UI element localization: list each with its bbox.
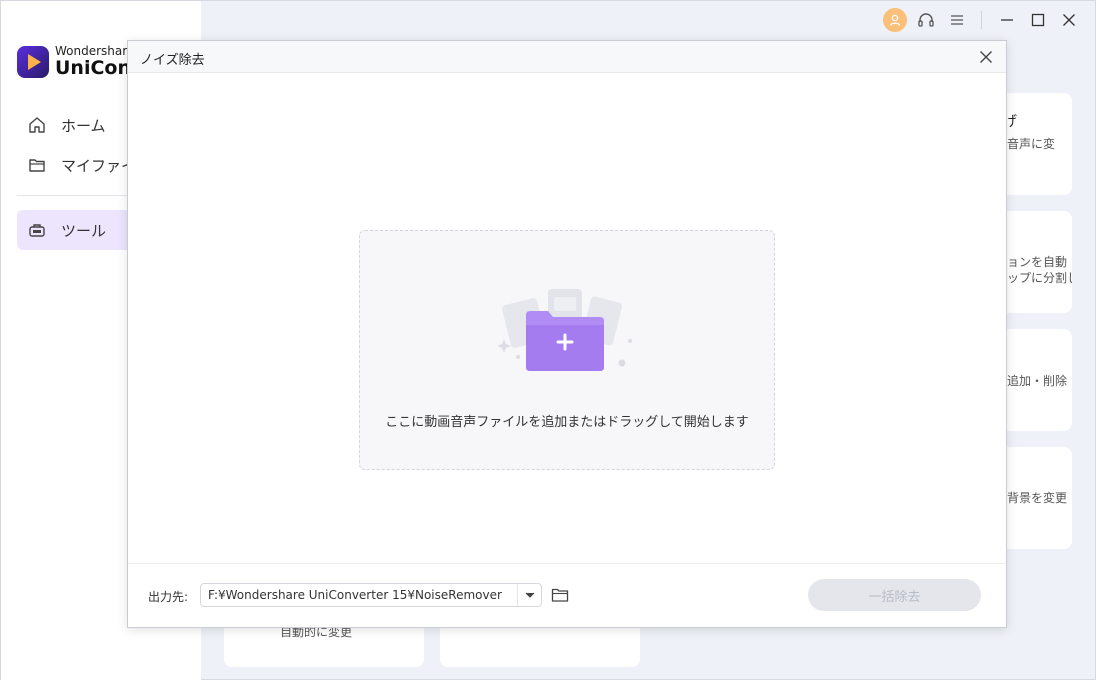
home-icon — [27, 115, 47, 135]
batch-remove-button[interactable]: 一括除去 — [808, 579, 981, 611]
support-headset-icon[interactable] — [914, 8, 938, 32]
drop-zone-instruction: ここに動画音声ファイルを追加またはドラッグして開始します — [385, 415, 749, 430]
tool-card-description: 追加・削除 — [1007, 374, 1068, 388]
app-logo: Wondershare UniConv — [17, 45, 143, 78]
add-folder-icon — [497, 289, 632, 371]
dialog-close-button[interactable] — [976, 47, 996, 67]
minimize-icon[interactable] — [995, 8, 1019, 32]
dialog-footer: 出力先: F:¥Wondershare UniConverter 15¥Nois… — [128, 563, 1006, 627]
toolbar-divider — [981, 11, 982, 29]
sidebar-item-label: ツール — [61, 221, 107, 240]
user-avatar-icon[interactable] — [883, 8, 907, 32]
dialog-title: ノイズ除去 — [140, 53, 205, 68]
folder-open-icon — [551, 588, 569, 602]
tool-card-description: ョンを自動 — [1007, 255, 1068, 269]
chevron-down-icon[interactable] — [517, 584, 541, 606]
window-close-icon[interactable] — [1057, 8, 1081, 32]
noise-removal-dialog: ノイズ除去 ここに動画音声ファイルを追加またはドラッグして開始します 出力先: … — [127, 40, 1007, 628]
close-icon — [980, 51, 992, 63]
maximize-icon[interactable] — [1026, 8, 1050, 32]
tool-card-description: 音声に変 — [1007, 137, 1056, 151]
window-toolbar — [876, 8, 1081, 32]
output-path-dropdown[interactable]: F:¥Wondershare UniConverter 15¥NoiseRemo… — [200, 583, 542, 607]
file-drop-zone[interactable]: ここに動画音声ファイルを追加またはドラッグして開始します — [359, 230, 775, 470]
output-path-value: F:¥Wondershare UniConverter 15¥NoiseRemo… — [208, 588, 502, 602]
tool-card-description: 背景を変更 — [1007, 491, 1068, 505]
sidebar-item-label: ホーム — [61, 116, 106, 135]
menu-icon[interactable] — [945, 8, 969, 32]
uniconverter-logo-icon — [17, 45, 49, 78]
output-location-label: 出力先: — [148, 590, 189, 604]
tool-card-description: ップに分割し — [1007, 271, 1072, 285]
toolbox-icon — [27, 220, 47, 240]
open-folder-button[interactable] — [549, 584, 571, 606]
dialog-header: ノイズ除去 — [128, 41, 1006, 73]
folder-icon — [27, 155, 47, 175]
